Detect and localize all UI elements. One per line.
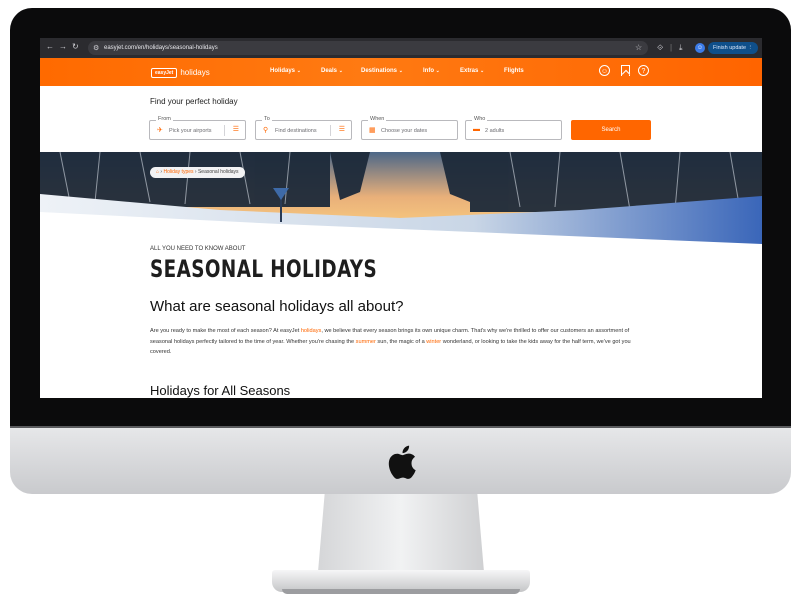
download-icon[interactable]: ⤓ [679, 43, 683, 52]
chevron-down-icon: ⌄ [435, 68, 440, 74]
star-icon[interactable]: ☆ [635, 43, 642, 52]
site-header: easyJet holidays Holidays ⌄ Deals ⌄ Dest… [40, 58, 762, 86]
finish-update-label: Finish update [713, 45, 747, 51]
finish-update-button[interactable]: Finish update ⋮ [708, 42, 758, 54]
help-icon[interactable]: ? [638, 65, 649, 76]
chevron-down-icon: ⌄ [296, 68, 301, 74]
breadcrumb-holiday-types[interactable]: Holiday types [163, 169, 193, 175]
para-text: Are you ready to make the most of each s… [150, 328, 301, 334]
winter-link[interactable]: winter [426, 339, 441, 345]
nav-deals[interactable]: Deals ⌄ [321, 68, 343, 74]
plane-icon: ✈ [157, 127, 163, 134]
nav-extras[interactable]: Extras ⌄ [460, 68, 484, 74]
profile-avatar-icon[interactable]: ☺ [695, 43, 705, 53]
who-field[interactable]: Who ▬ 2 adults [465, 116, 562, 140]
more-icon[interactable]: ⋮ [748, 42, 754, 54]
list-icon[interactable]: ☰ [233, 125, 239, 133]
nav-destinations[interactable]: Destinations ⌄ [361, 68, 403, 74]
to-placeholder: Find destinations [275, 128, 317, 134]
browser-screen: ← → ↻ ⚙ easyjet.com/en/holidays/seasonal… [40, 38, 762, 398]
to-label: To [262, 116, 272, 122]
to-field[interactable]: To ⚲ Find destinations ☰ [255, 116, 352, 140]
breadcrumb-chevron-icon: › [194, 169, 197, 175]
toolbar-divider: | [670, 43, 673, 52]
forward-icon[interactable]: → [59, 43, 67, 51]
nav-deals-label: Deals [321, 68, 338, 74]
from-placeholder: Pick your airports [169, 128, 212, 134]
intro-paragraph: Are you ready to make the most of each s… [150, 326, 650, 358]
from-label: From [156, 116, 173, 122]
account-icon[interactable]: ☺ [599, 65, 610, 76]
search-title: Find your perfect holiday [150, 97, 238, 106]
browser-toolbar: ← → ↻ ⚙ easyjet.com/en/holidays/seasonal… [40, 38, 762, 58]
article-kicker: ALL YOU NEED TO KNOW ABOUT [150, 246, 246, 252]
nav-flights-label: Flights [504, 68, 524, 74]
from-field[interactable]: From ✈ Pick your airports ☰ [149, 116, 246, 140]
chevron-down-icon: ⌄ [398, 68, 403, 74]
list-icon[interactable]: ☰ [339, 125, 345, 133]
address-bar[interactable]: ⚙ easyjet.com/en/holidays/seasonal-holid… [88, 41, 648, 55]
when-field[interactable]: When ▦ Choose your dates [361, 116, 458, 140]
who-label: Who [472, 116, 488, 122]
back-icon[interactable]: ← [46, 43, 54, 51]
field-separator [224, 125, 225, 136]
easyjet-logo: easyJet [151, 67, 178, 78]
site-info-icon[interactable]: ⚙ [93, 44, 99, 52]
page-title: SEASONAL HOLIDAYS [150, 255, 378, 283]
home-icon[interactable]: ⌂ [156, 169, 159, 175]
section-heading: What are seasonal holidays all about? [150, 298, 404, 315]
nav-holidays-label: Holidays [270, 68, 296, 74]
apple-logo-icon [388, 445, 416, 479]
nav-flights[interactable]: Flights [504, 68, 524, 74]
search-button[interactable]: Search [571, 120, 651, 140]
field-separator [330, 125, 331, 136]
winter-hero-image [40, 152, 762, 252]
brand-suffix: holidays [180, 68, 210, 77]
breadcrumb-current: Seasonal holidays [197, 169, 239, 175]
site-logo[interactable]: easyJet holidays [151, 66, 210, 79]
nav-holidays[interactable]: Holidays ⌄ [270, 68, 301, 74]
who-value: 2 adults [485, 128, 505, 134]
para-text: sun, the magic of a [375, 338, 427, 345]
bed-icon: ▬ [473, 126, 480, 133]
nav-extras-label: Extras [460, 68, 479, 74]
when-placeholder: Choose your dates [381, 128, 428, 134]
subsection-heading: Holidays for All Seasons [150, 383, 291, 398]
address-text[interactable]: easyjet.com/en/holidays/seasonal-holiday… [104, 45, 218, 51]
nav-info-label: Info [423, 68, 434, 74]
summer-link[interactable]: summer [356, 339, 376, 345]
nav-destinations-label: Destinations [361, 68, 398, 74]
holiday-search-panel: Find your perfect holiday From ✈ Pick yo… [40, 86, 762, 152]
reload-icon[interactable]: ↻ [72, 43, 79, 51]
stand-base-edge [282, 589, 520, 594]
location-pin-icon: ⚲ [263, 127, 269, 134]
extensions-icon[interactable]: ⟐ [657, 43, 663, 52]
breadcrumb-chevron-icon: › [160, 169, 163, 175]
nav-info[interactable]: Info ⌄ [423, 68, 440, 74]
calendar-icon: ▦ [369, 127, 376, 134]
holidays-link[interactable]: holidays [301, 328, 322, 334]
chevron-down-icon: ⌄ [480, 68, 485, 74]
breadcrumb: ⌂ › Holiday types › Seasonal holidays [150, 167, 245, 178]
bookmark-icon[interactable] [621, 65, 630, 76]
chevron-down-icon: ⌄ [338, 68, 343, 74]
when-label: When [368, 116, 387, 122]
imac-computer: ← → ↻ ⚙ easyjet.com/en/holidays/seasonal… [0, 0, 800, 598]
monitor-stand-neck [318, 494, 484, 572]
